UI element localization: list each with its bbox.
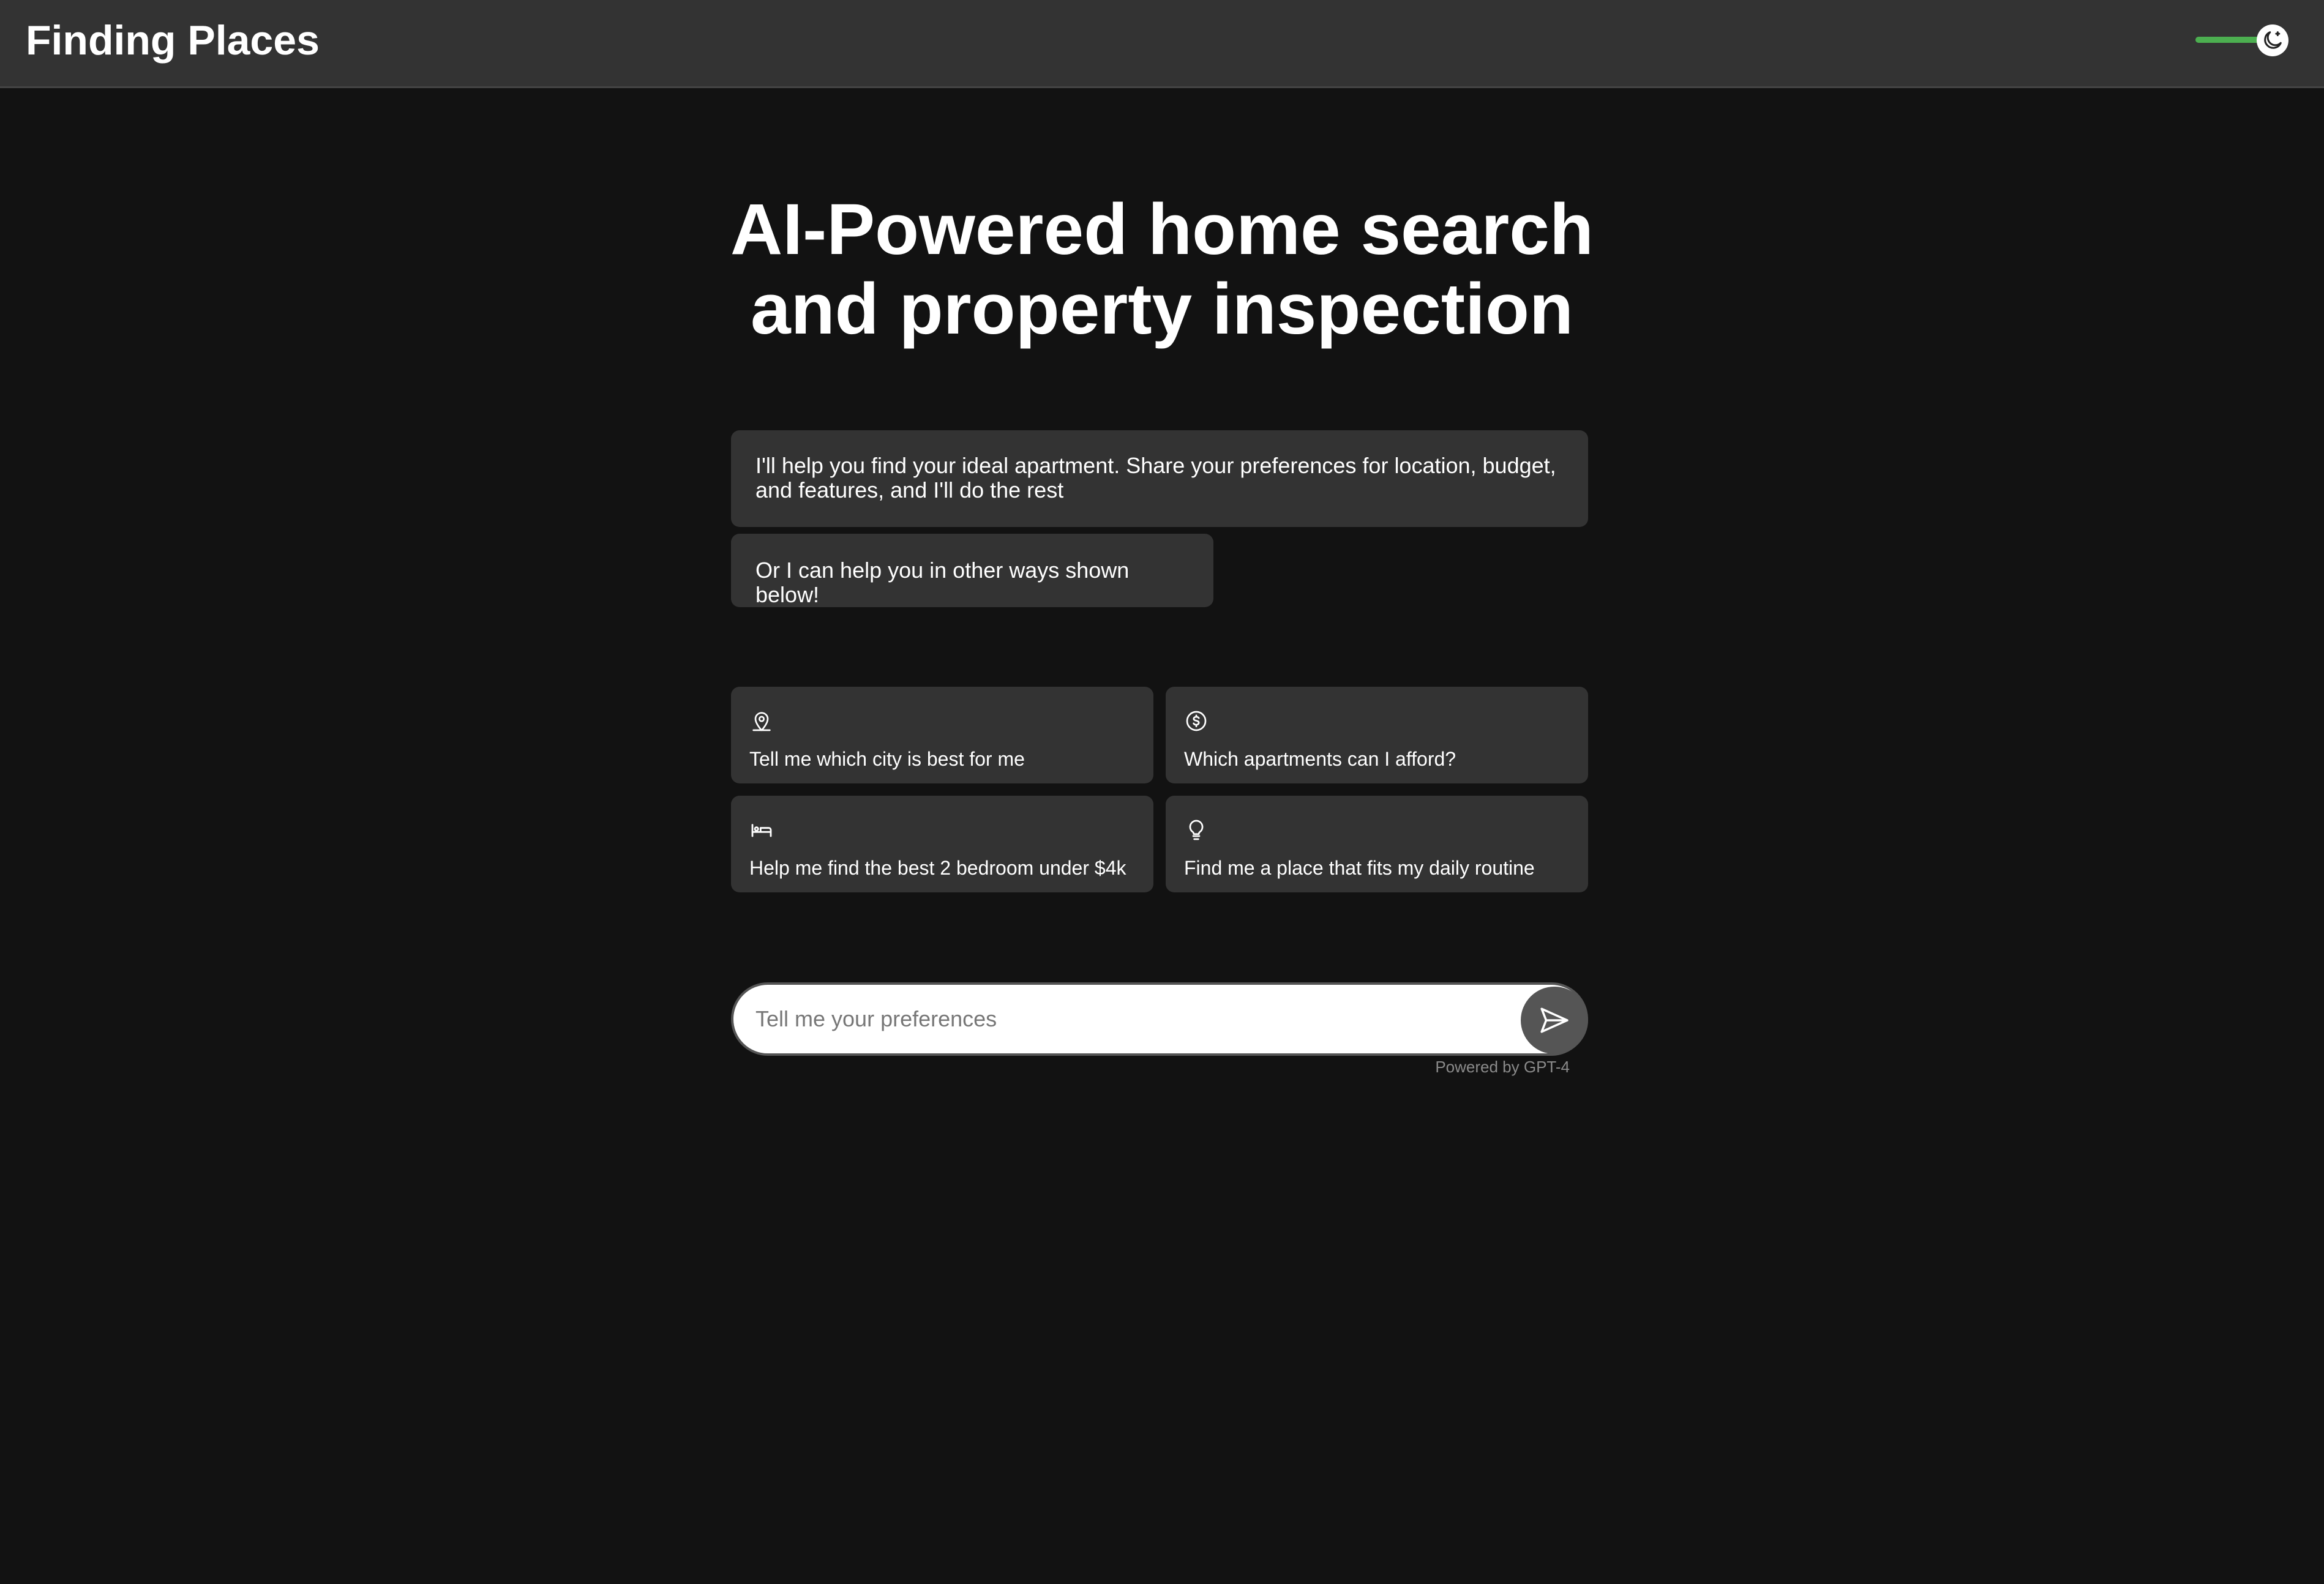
suggestion-label: Tell me which city is best for me bbox=[749, 748, 1025, 770]
lightbulb-icon bbox=[1189, 820, 1204, 840]
suggestion-label: Which apartments can I afford? bbox=[1184, 748, 1456, 770]
theme-toggle[interactable] bbox=[2192, 22, 2290, 59]
dollar-circle-icon bbox=[1186, 711, 1207, 731]
suggestion-card-afford[interactable]: Which apartments can I afford? bbox=[1166, 687, 1588, 783]
send-icon bbox=[1540, 1007, 1569, 1033]
suggestion-label: Help me find the best 2 bedroom under $4… bbox=[749, 857, 1126, 879]
assistant-message: I'll help you find your ideal apartment.… bbox=[731, 430, 1588, 527]
app-title: Finding Places bbox=[26, 17, 320, 64]
top-bar: Finding Places bbox=[0, 0, 2324, 88]
toggle-knob bbox=[2257, 24, 2288, 56]
assistant-message: Or I can help you in other ways shown be… bbox=[731, 534, 1213, 607]
toggle-track bbox=[2195, 37, 2263, 43]
suggestion-card-bedroom[interactable]: Help me find the best 2 bedroom under $4… bbox=[731, 796, 1153, 892]
suggestion-label: Find me a place that fits my daily routi… bbox=[1184, 857, 1535, 879]
moon-icon bbox=[2264, 31, 2282, 49]
send-button[interactable] bbox=[1521, 987, 1588, 1054]
suggestion-card-routine[interactable]: Find me a place that fits my daily routi… bbox=[1166, 796, 1588, 892]
powered-by-label: Powered by GPT-4 bbox=[1435, 1058, 1570, 1076]
map-pin-icon bbox=[752, 712, 771, 731]
chat-input[interactable] bbox=[754, 991, 1501, 1047]
suggestion-card-city[interactable]: Tell me which city is best for me bbox=[731, 687, 1153, 783]
chat-input-container bbox=[731, 982, 1588, 1056]
hero-title: AI-Powered home search and property insp… bbox=[730, 189, 1594, 349]
bed-icon bbox=[751, 824, 772, 837]
